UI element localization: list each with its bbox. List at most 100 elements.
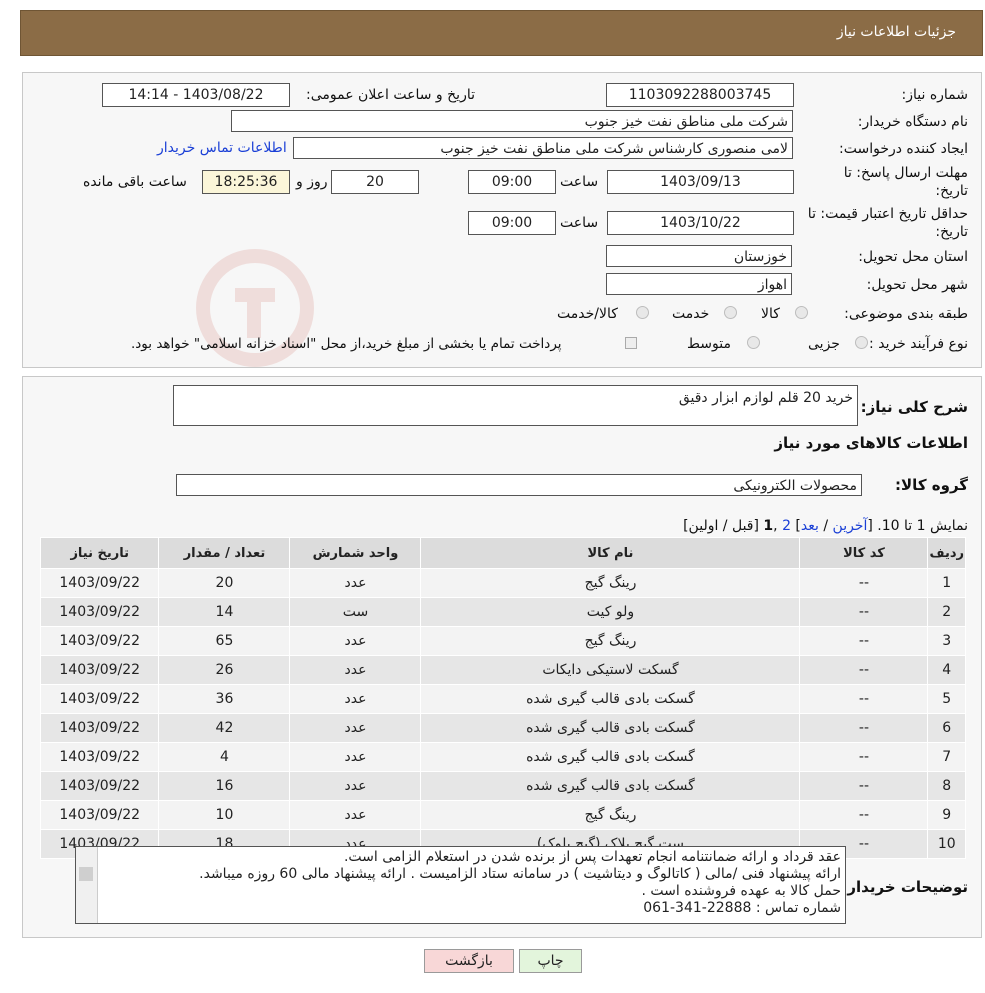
cell-code: -- <box>799 626 929 656</box>
process-minor-radio[interactable] <box>855 336 868 349</box>
cell-unit: عدد <box>289 800 422 830</box>
category-service-label: خدمت <box>672 306 710 322</box>
notes-scrollbar[interactable] <box>76 847 98 923</box>
pagination: نمایش 1 تا 10. [آخرین / بعد] 2 ,1 [قبل /… <box>683 518 968 534</box>
pagination-showing: نمایش 1 تا 10. <box>877 518 968 534</box>
cell-need-date: 1403/09/22 <box>39 800 160 830</box>
category-goods-radio[interactable] <box>795 306 808 319</box>
pagination-last-link[interactable]: آخرین <box>833 518 868 534</box>
cell-name: گسکت لاستیکی دایکات <box>420 655 801 685</box>
treasury-payment-checkbox[interactable] <box>625 337 637 349</box>
process-medium-radio[interactable] <box>747 336 760 349</box>
province-field: خوزستان <box>606 245 792 267</box>
announce-datetime-field: 1403/08/22 - 14:14 <box>102 83 290 107</box>
group-label: گروه کالا: <box>895 476 968 494</box>
pagination-next-link[interactable]: بعد <box>801 518 819 534</box>
notes-text: عقد قرداد و ارائه ضمانتنامه انجام تعهدات… <box>100 849 841 917</box>
province-label: استان محل تحویل: <box>858 249 968 265</box>
col-name: نام کالا <box>420 537 801 569</box>
cell-quantity: 16 <box>158 771 291 801</box>
cell-row: 8 <box>927 771 966 801</box>
cell-quantity: 14 <box>158 597 291 627</box>
cell-unit: عدد <box>289 713 422 743</box>
validity-date-field: 1403/10/22 <box>607 211 794 235</box>
table-header-row: ردیف کد کالا نام کالا واحد شمارش تعداد /… <box>39 537 966 569</box>
cell-unit: عدد <box>289 626 422 656</box>
pagination-page-1: 1 <box>763 518 774 534</box>
cell-need-date: 1403/09/22 <box>39 626 160 656</box>
validity-time-field: 09:00 <box>468 211 556 235</box>
table-row: 8 -- گسکت بادی قالب گیری شده عدد 16 1403/09/2… <box>39 771 966 801</box>
notes-line: حمل کالا به عهده فروشنده است . <box>641 883 842 899</box>
need-number-field: 1103092288003745 <box>606 83 794 107</box>
deadline-time-label: ساعت <box>560 174 599 190</box>
validity-time-label: ساعت <box>560 215 599 231</box>
print-button[interactable]: چاپ <box>519 949 582 973</box>
days-remaining-field: 20 <box>331 170 419 194</box>
summary-text: خرید 20 قلم لوازم ابزار دقیق <box>678 390 853 406</box>
cell-need-date: 1403/09/22 <box>39 597 160 627</box>
cell-quantity: 65 <box>158 626 291 656</box>
cell-unit: عدد <box>289 684 422 714</box>
pagination-prev-first: [قبل / اولین] <box>683 518 759 534</box>
requester-label: ایجاد کننده درخواست: <box>839 141 968 157</box>
table-row: 9 -- رینگ گیج عدد 10 1403/09/22 <box>39 800 966 830</box>
cell-need-date: 1403/09/22 <box>39 568 160 598</box>
cell-quantity: 42 <box>158 713 291 743</box>
back-button[interactable]: بازگشت <box>424 949 514 973</box>
table-row: 4 -- گسکت لاستیکی دایکات عدد 26 1403/09/22 <box>39 655 966 685</box>
remaining-time-field: 18:25:36 <box>202 170 290 194</box>
page-title: جزئیات اطلاعات نیاز <box>836 24 956 40</box>
cell-name: گسکت بادی قالب گیری شده <box>420 771 801 801</box>
cell-quantity: 26 <box>158 655 291 685</box>
deadline-time-field: 09:00 <box>468 170 556 194</box>
notes-line: ارائه پیشنهاد فنی /مالی ( کاتالوگ و دیتا… <box>199 866 841 882</box>
cell-need-date: 1403/09/22 <box>39 655 160 685</box>
summary-label: شرح کلی نیاز: <box>860 398 968 416</box>
cell-code: -- <box>799 800 929 830</box>
notes-line: عقد قرداد و ارائه ضمانتنامه انجام تعهدات… <box>343 849 841 865</box>
items-heading: اطلاعات کالاهای مورد نیاز <box>774 434 968 452</box>
table-row: 7 -- گسکت بادی قالب گیری شده عدد 4 1403/09/22 <box>39 742 966 772</box>
treasury-payment-note: پرداخت تمام یا بخشی از مبلغ خرید،از محل … <box>131 336 562 352</box>
category-service-radio[interactable] <box>724 306 737 319</box>
pagination-page-2[interactable]: 2 <box>782 518 791 534</box>
cell-name: گسکت بادی قالب گیری شده <box>420 742 801 772</box>
category-goods-service-radio[interactable] <box>636 306 649 319</box>
cell-unit: ست <box>289 597 422 627</box>
category-label: طبقه بندی موضوعی: <box>844 306 968 322</box>
cell-need-date: 1403/09/22 <box>39 771 160 801</box>
validity-label-date: تاریخ: <box>935 224 968 240</box>
cell-code: -- <box>799 684 929 714</box>
buyer-org-label: نام دستگاه خریدار: <box>857 114 968 130</box>
buyer-contact-link[interactable]: اطلاعات تماس خریدار <box>157 140 287 156</box>
cell-name: رینگ گیج <box>420 800 801 830</box>
notes-label: توضیحات خریدار: <box>841 878 968 896</box>
col-need-date: تاریخ نیاز <box>39 537 160 569</box>
notes-scroll-thumb[interactable] <box>79 867 93 881</box>
cell-row: 9 <box>927 800 966 830</box>
cell-quantity: 20 <box>158 568 291 598</box>
cell-unit: عدد <box>289 568 422 598</box>
process-medium-label: متوسط <box>687 336 731 352</box>
cell-code: -- <box>799 655 929 685</box>
cell-quantity: 4 <box>158 742 291 772</box>
notes-textarea[interactable]: عقد قرداد و ارائه ضمانتنامه انجام تعهدات… <box>75 846 846 924</box>
cell-row: 10 <box>927 829 966 859</box>
cell-row: 1 <box>927 568 966 598</box>
cell-need-date: 1403/09/22 <box>39 713 160 743</box>
table-row: 5 -- گسکت بادی قالب گیری شده عدد 36 1403/09/2… <box>39 684 966 714</box>
cell-unit: عدد <box>289 742 422 772</box>
buyer-org-field: شرکت ملی مناطق نفت خیز جنوب <box>231 110 793 132</box>
col-unit: واحد شمارش <box>289 537 422 569</box>
category-goods-service-label: کالا/خدمت <box>557 306 618 322</box>
cell-row: 3 <box>927 626 966 656</box>
cell-name: ولو کیت <box>420 597 801 627</box>
page-header: جزئیات اطلاعات نیاز <box>20 10 983 56</box>
cell-row: 6 <box>927 713 966 743</box>
deadline-date-field: 1403/09/13 <box>607 170 794 194</box>
deadline-label-date: تاریخ: <box>935 183 968 199</box>
cell-need-date: 1403/09/22 <box>39 684 160 714</box>
cell-code: -- <box>799 771 929 801</box>
cell-unit: عدد <box>289 771 422 801</box>
